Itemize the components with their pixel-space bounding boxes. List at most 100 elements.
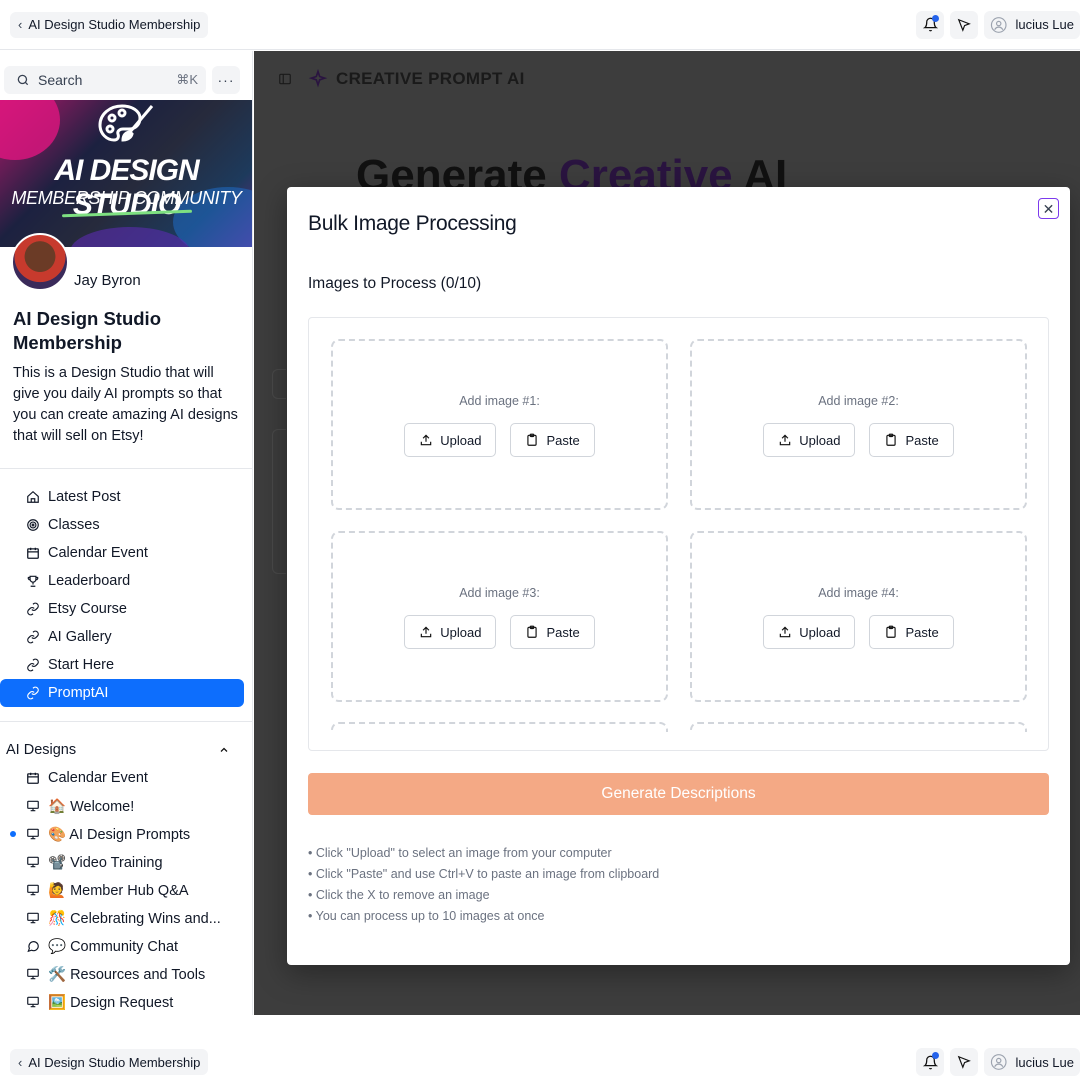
nav-item-promptai[interactable]: PromptAI [0, 679, 244, 707]
section-item-member-hub-qa[interactable]: 🙋 Member Hub Q&A [0, 876, 244, 904]
close-button[interactable]: ✕ [1038, 198, 1059, 219]
generate-descriptions-button[interactable]: Generate Descriptions [308, 773, 1049, 815]
section-item-welcome[interactable]: 🏠 Welcome! [0, 792, 244, 820]
paste-button[interactable]: Paste [869, 615, 954, 649]
user-avatar-icon [990, 16, 1007, 33]
creator-avatar[interactable] [11, 233, 69, 291]
instruction-item: • You can process up to 10 images at onc… [308, 909, 545, 923]
unread-dot [10, 831, 16, 837]
section-header-ai-designs[interactable]: AI Designs [0, 736, 252, 764]
trophy-icon [26, 574, 40, 588]
section-item-label: 🙋 Member Hub Q&A [48, 882, 189, 899]
paste-label: Paste [905, 624, 939, 640]
upload-button[interactable]: Upload [763, 423, 856, 457]
nav-item-label: PromptAI [48, 685, 109, 701]
section-item-design-request[interactable]: 🖼️ Design Request [0, 988, 244, 1015]
chevron-up-icon [220, 747, 228, 752]
notifications-button[interactable] [916, 1048, 944, 1076]
bulk-image-modal: Bulk Image Processing ✕ Images to Proces… [287, 187, 1070, 965]
clipboard-icon [886, 433, 897, 446]
nav-item-label: Classes [48, 517, 100, 533]
upload-icon [421, 626, 432, 638]
upload-button[interactable]: Upload [404, 423, 497, 457]
section-item-community-chat[interactable]: 💬 Community Chat [0, 932, 244, 960]
nav-item-calendar-event[interactable]: Calendar Event [0, 539, 244, 567]
sidebar-toggle-icon[interactable] [278, 72, 292, 86]
section-item-ai-design-prompts[interactable]: 🎨 AI Design Prompts [0, 820, 244, 848]
upload-button[interactable]: Upload [404, 615, 497, 649]
banner-subtitle: MEMBERSHIP COMMUNITY [11, 188, 242, 208]
paste-label: Paste [905, 432, 939, 448]
back-button[interactable]: ‹ AI Design Studio Membership [10, 11, 209, 38]
image-slot: Add image #4: Upload Paste [690, 531, 1027, 702]
slot-label: Add image #3: [459, 586, 540, 600]
divider [0, 721, 252, 722]
community-banner: AI DESIGN STUDIO MEMBERSHIP COMMUNITY [0, 100, 252, 247]
section-item-celebrating-wins[interactable]: 🎊 Celebrating Wins and... [0, 904, 244, 932]
monitor-icon [26, 855, 40, 869]
nav-item-latest-post[interactable]: Latest Post [0, 483, 244, 511]
banner-decoration [0, 100, 60, 160]
slot-actions: Upload Paste [333, 615, 666, 649]
nav-item-ai-gallery[interactable]: AI Gallery [0, 623, 244, 651]
navigate-button[interactable] [950, 1048, 978, 1076]
link-icon [26, 658, 40, 672]
search-icon [17, 74, 29, 86]
clipboard-icon [527, 625, 538, 638]
section-item-calendar-event[interactable]: Calendar Event [0, 764, 244, 792]
user-menu[interactable]: lucius Lue [984, 10, 1080, 39]
section-item-resources-tools[interactable]: 🛠️ Resources and Tools [0, 960, 244, 988]
section-item-label: 🛠️ Resources and Tools [48, 966, 206, 983]
upload-label: Upload [440, 432, 482, 448]
creator-name[interactable]: Jay Byron [74, 272, 141, 289]
image-slots-panel[interactable]: Add image #1: Upload Paste Add image #2:… [308, 317, 1049, 751]
nav-item-leaderboard[interactable]: Leaderboard [0, 567, 244, 595]
nav-list: Latest Post Classes Calendar Event Leade… [0, 469, 252, 707]
section-item-label: 🏠 Welcome! [48, 798, 135, 815]
banner-decoration [70, 227, 190, 247]
images-count-heading: Images to Process (0/10) [308, 275, 482, 292]
image-slot: Add image #2: Upload Paste [690, 339, 1027, 510]
calendar-icon [26, 546, 40, 560]
section-item-label: 📽️ Video Training [48, 854, 163, 871]
close-icon: ✕ [1042, 200, 1055, 217]
nav-item-start-here[interactable]: Start Here [0, 651, 244, 679]
paste-button[interactable]: Paste [510, 423, 595, 457]
nav-item-label: Etsy Course [48, 601, 127, 617]
top-right-actions: lucius Lue [916, 1048, 1080, 1076]
back-button[interactable]: ‹ AI Design Studio Membership [10, 1049, 209, 1075]
nav-item-classes[interactable]: Classes [0, 511, 244, 539]
nav-item-label: Start Here [48, 657, 115, 673]
slot-actions: Upload Paste [692, 423, 1025, 457]
clipboard-icon [527, 433, 538, 446]
nav-item-etsy-course[interactable]: Etsy Course [0, 595, 244, 623]
search-input[interactable]: Search ⌘K [4, 66, 206, 94]
image-slot: Add image #1: Upload Paste [331, 339, 668, 510]
top-right-actions: lucius Lue [916, 10, 1080, 39]
chat-icon [26, 939, 40, 953]
upload-label: Upload [799, 432, 841, 448]
more-options-button[interactable]: ··· [212, 66, 240, 94]
upload-icon [780, 434, 791, 446]
paste-button[interactable]: Paste [869, 423, 954, 457]
section-title: AI Designs [6, 742, 77, 758]
user-name: lucius Lue [1015, 1054, 1074, 1070]
section-item-label: Calendar Event [48, 770, 148, 786]
image-slot: Add image #3: Upload Paste [331, 531, 668, 702]
paste-button[interactable]: Paste [510, 615, 595, 649]
user-avatar-icon [990, 1054, 1007, 1070]
clipboard-icon [886, 625, 897, 638]
navigate-button[interactable] [950, 10, 978, 39]
send-icon [957, 1055, 971, 1069]
user-menu[interactable]: lucius Lue [984, 1048, 1080, 1076]
monitor-icon [26, 827, 40, 841]
notifications-button[interactable] [916, 10, 944, 39]
section-item-video-training[interactable]: 📽️ Video Training [0, 848, 244, 876]
upload-icon [780, 626, 791, 638]
search-row: Search ⌘K ··· [0, 51, 252, 99]
section-list: Calendar Event 🏠 Welcome! 🎨 AI Design Pr… [0, 764, 252, 1015]
brand: CREATIVE PROMPT AI [308, 69, 525, 89]
chevron-left-icon: ‹ [18, 1054, 23, 1070]
upload-button[interactable]: Upload [763, 615, 856, 649]
search-shortcut: ⌘K [176, 72, 198, 87]
